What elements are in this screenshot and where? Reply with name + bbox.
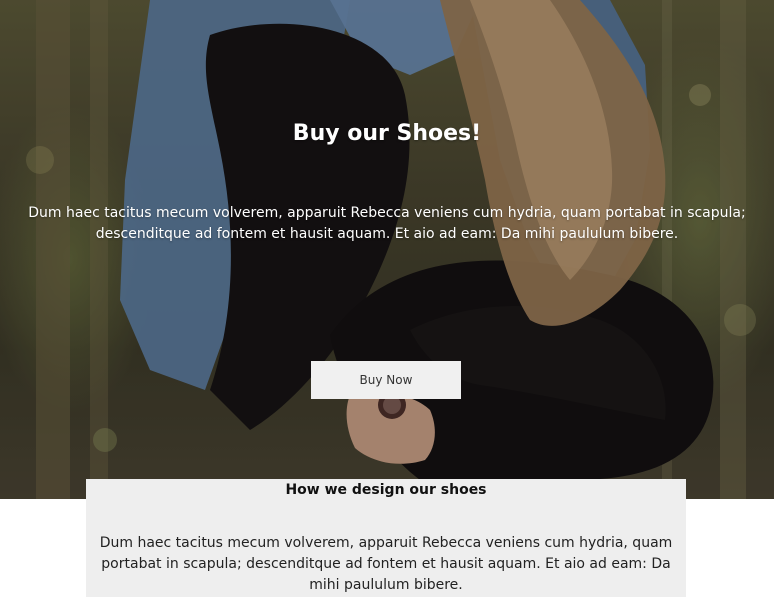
design-section-text: Dum haec tacitus mecum volverem, apparui… — [99, 535, 673, 593]
page: Buy our Shoes! Dum haec tacitus mecum vo… — [0, 0, 774, 597]
hero-section: Buy our Shoes! Dum haec tacitus mecum vo… — [0, 0, 774, 499]
design-section-title: How we design our shoes — [285, 482, 487, 498]
buy-now-button[interactable]: Buy Now — [311, 361, 461, 399]
design-section: How we design our shoes Dum haec tacitus… — [86, 479, 686, 597]
hero-content: Buy our Shoes! Dum haec tacitus mecum vo… — [0, 0, 774, 499]
hero-description: Dum haec tacitus mecum volverem, apparui… — [28, 205, 746, 242]
hero-title: Buy our Shoes! — [292, 121, 482, 146]
